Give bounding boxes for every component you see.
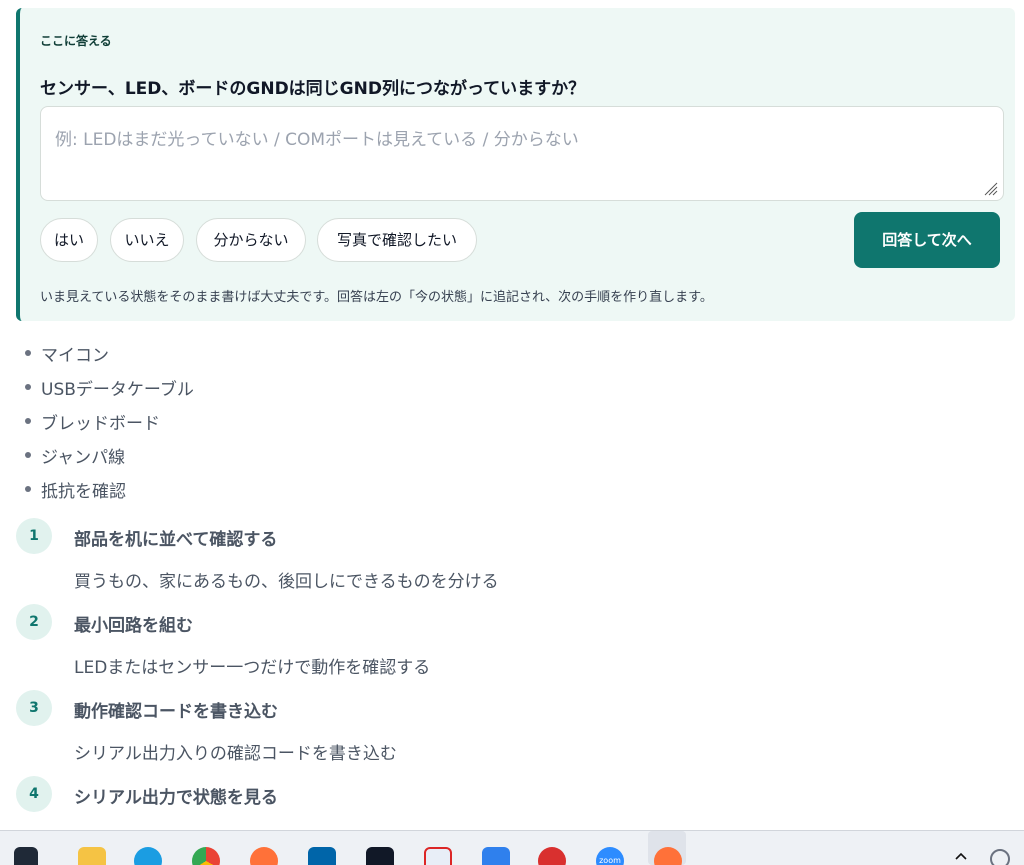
bullet-icon	[25, 384, 31, 390]
step-description: LEDまたはセンサー一つだけで動作を確認する	[74, 658, 431, 678]
question-text: センサー、LED、ボードのGNDは同じGND列につながっていますか？	[40, 79, 586, 99]
app-red-icon[interactable]	[538, 847, 566, 865]
app-blue-icon[interactable]	[482, 847, 510, 865]
answer-input[interactable]	[40, 106, 1004, 201]
answer-chip-yes[interactable]: はい	[40, 218, 98, 262]
step-number-badge: 2	[16, 604, 52, 640]
list-item: マイコン	[22, 336, 194, 370]
taskbar: zoom	[0, 830, 1024, 865]
tray-app-icon[interactable]	[990, 849, 1010, 865]
step-number-badge: 3	[16, 690, 52, 726]
answer-card: ここに答える センサー、LED、ボードのGNDは同じGND列につながっていますか…	[16, 8, 1015, 321]
chevron-up-icon[interactable]	[954, 851, 968, 861]
submit-answer-button[interactable]: 回答して次へ	[854, 212, 1000, 268]
resize-grip-icon[interactable]	[982, 180, 998, 196]
start-icon[interactable]	[14, 847, 38, 865]
answer-chip-no[interactable]: いいえ	[110, 218, 184, 262]
app-a-icon[interactable]	[366, 847, 394, 865]
step-description: シリアル出力入りの確認コードを書き込む	[74, 744, 397, 764]
vscode-icon[interactable]	[308, 847, 336, 865]
list-item: USBデータケーブル	[22, 370, 194, 404]
step-number-badge: 1	[16, 518, 52, 554]
step-title: 最小回路を組む	[74, 616, 193, 636]
answer-chip-unknown[interactable]: 分からない	[196, 218, 306, 262]
snipping-tool-icon[interactable]	[424, 847, 452, 865]
answer-hint: いま見えている状態をそのまま書けば大丈夫です。回答は左の「今の状態」に追記され、…	[40, 290, 713, 305]
answer-label: ここに答える	[40, 34, 112, 48]
bullet-icon	[25, 486, 31, 492]
step-description: 買うもの、家にあるもの、後回しにできるものを分ける	[74, 572, 499, 592]
edge-icon[interactable]	[134, 847, 162, 865]
file-explorer-icon[interactable]	[78, 847, 106, 865]
list-item: ブレッドボード	[22, 404, 194, 438]
list-item: 抵抗を確認	[22, 472, 194, 506]
answer-chip-photo[interactable]: 写真で確認したい	[317, 218, 477, 262]
bullet-icon	[25, 350, 31, 356]
step-title: 動作確認コードを書き込む	[74, 702, 278, 722]
step-title: シリアル出力で状態を見る	[74, 788, 278, 808]
chrome-icon[interactable]	[192, 847, 220, 865]
parts-list: マイコン USBデータケーブル ブレッドボード ジャンパ線 抵抗を確認	[22, 336, 194, 506]
bullet-icon	[25, 418, 31, 424]
firefox-icon[interactable]	[250, 847, 278, 865]
zoom-icon[interactable]: zoom	[596, 847, 624, 865]
step-number-badge: 4	[16, 776, 52, 812]
bullet-icon	[25, 452, 31, 458]
list-item: ジャンパ線	[22, 438, 194, 472]
step-title: 部品を机に並べて確認する	[74, 530, 278, 550]
